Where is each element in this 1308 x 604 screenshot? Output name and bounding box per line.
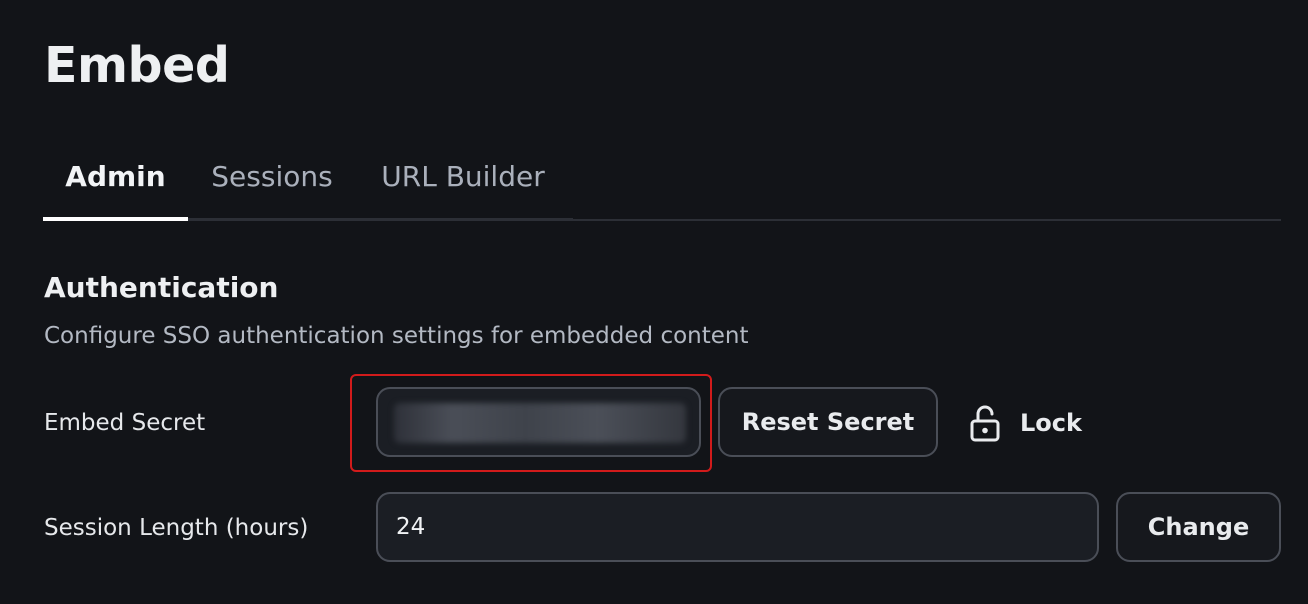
page-title: Embed (44, 37, 230, 94)
lock-button[interactable]: Lock (968, 398, 1088, 448)
tab-admin-label: Admin (65, 160, 166, 193)
embed-settings-page: Embed Admin Sessions URL Builder Authent… (0, 0, 1308, 604)
embed-secret-field[interactable] (376, 387, 701, 457)
session-length-label: Session Length (hours) (44, 515, 309, 541)
change-label: Change (1147, 513, 1250, 541)
tab-url-builder-label: URL Builder (381, 160, 545, 193)
tab-url-builder[interactable]: URL Builder (373, 148, 553, 221)
active-tab-indicator (43, 217, 188, 221)
tab-bar: Admin Sessions URL Builder (43, 148, 1281, 221)
reset-secret-label: Reset Secret (741, 408, 915, 436)
tab-sessions-label: Sessions (211, 160, 333, 193)
section-title: Authentication (44, 271, 279, 304)
reset-secret-button[interactable]: Reset Secret (718, 387, 938, 457)
lock-label: Lock (1020, 409, 1082, 437)
tab-bar-divider (573, 219, 1281, 221)
tab-sessions[interactable]: Sessions (205, 148, 339, 221)
unlocked-padlock-icon (970, 405, 1000, 442)
embed-secret-obscured-value (394, 403, 686, 443)
session-length-input[interactable] (376, 492, 1099, 562)
section-description: Configure SSO authentication settings fo… (44, 323, 749, 349)
tab-admin[interactable]: Admin (43, 148, 188, 221)
change-session-length-button[interactable]: Change (1116, 492, 1281, 562)
embed-secret-label: Embed Secret (44, 410, 206, 436)
